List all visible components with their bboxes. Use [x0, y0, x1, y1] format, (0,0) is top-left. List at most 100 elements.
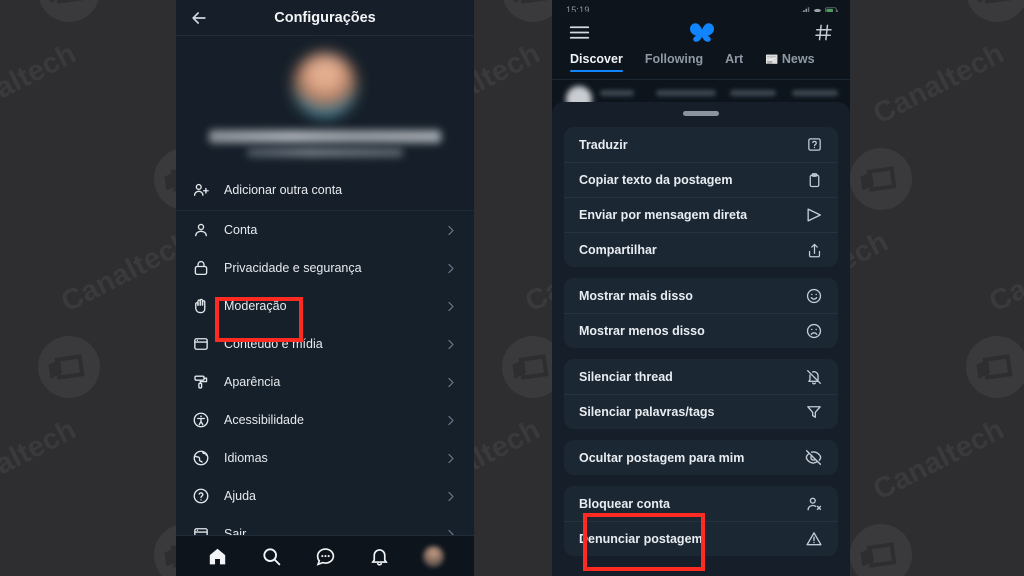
settings-row-acessibilidade[interactable]: Acessibilidade [176, 401, 474, 439]
menu-group: Ocultar postagem para mim [564, 440, 838, 475]
page-title: Configurações [274, 9, 376, 26]
bell-slash-icon [805, 368, 823, 386]
settings-row-label: Conteúdo e mídia [224, 337, 323, 351]
newspaper-emoji-icon: 📰 [765, 54, 779, 66]
menu-item-label: Bloquear conta [579, 496, 670, 511]
tab-profile[interactable] [422, 545, 444, 567]
menu-item-denunciar-postagem[interactable]: Denunciar postagem [564, 521, 838, 556]
watermark-text: Canaltech [868, 37, 1010, 131]
menu-item-traduzir[interactable]: Traduzir [564, 127, 838, 162]
menu-item-copiar-texto-da-postagem[interactable]: Copiar texto da postagem [564, 162, 838, 197]
menu-item-label: Silenciar palavras/tags [579, 405, 715, 419]
hashtag-icon[interactable] [814, 23, 833, 42]
canaltech-logo-icon [38, 336, 100, 398]
feed-tab-label: News [781, 52, 815, 66]
tab-messages[interactable] [315, 546, 336, 567]
menu-group: Silenciar thread Silenciar palavras/tags [564, 359, 838, 429]
battery-icon [825, 7, 838, 12]
post-options-bottom-sheet: Traduzir Copiar texto da postagem Enviar p… [552, 102, 850, 576]
right-phone-screen: 15:19 Discover Following Art 📰 News Trad… [552, 0, 850, 576]
settings-header: Configurações [176, 0, 474, 36]
menu-item-label: Denunciar postagem [579, 532, 703, 546]
lock-icon [192, 259, 210, 277]
chevron-right-icon [443, 261, 458, 276]
add-account-label: Adicionar outra conta [224, 182, 343, 197]
settings-row-modera-o[interactable]: Moderação [176, 287, 474, 325]
menu-group: Bloquear conta Denunciar postagem [564, 486, 838, 556]
paint-roller-icon [192, 373, 210, 391]
feed-tab-news[interactable]: 📰 News [765, 52, 814, 72]
settings-row-idiomas[interactable]: Idiomas [176, 439, 474, 477]
chevron-right-icon [443, 337, 458, 352]
feed-tab-label: Art [725, 52, 744, 66]
hand-raised-icon [192, 297, 210, 315]
eye-slash-icon [804, 448, 823, 467]
feed-tab-label: Following [644, 52, 704, 66]
status-bar: 15:19 [552, 0, 850, 12]
drag-handle[interactable] [683, 111, 719, 116]
settings-row-label: Idiomas [224, 451, 268, 465]
settings-row-label: Aparência [224, 375, 281, 389]
tab-home[interactable] [207, 546, 228, 567]
tab-notifications[interactable] [369, 546, 390, 567]
post-line-b [656, 90, 716, 96]
hamburger-menu-icon[interactable] [569, 24, 590, 41]
menu-group: Traduzir Copiar texto da postagem Enviar p… [564, 127, 838, 267]
settings-row-privacidade-e-seguran-a[interactable]: Privacidade e segurança [176, 249, 474, 287]
post-line-c [730, 90, 776, 96]
status-icons [801, 7, 838, 12]
settings-row-conta[interactable]: Conta [176, 211, 474, 249]
watermark-text: Canaltech [868, 413, 1010, 507]
screenshot-root: Canaltech Canaltech Canaltech Canaltech Cana… [0, 0, 1024, 576]
menu-groups: Traduzir Copiar texto da postagem Enviar p… [564, 127, 838, 556]
globe-icon [192, 449, 210, 467]
share-icon [806, 242, 823, 259]
menu-item-bloquear-conta[interactable]: Bloquear conta [564, 486, 838, 521]
accessibility-icon [192, 411, 210, 429]
canaltech-logo-icon [850, 148, 912, 210]
menu-item-enviar-por-mensagem-direta[interactable]: Enviar por mensagem direta [564, 197, 838, 232]
chevron-right-icon [443, 451, 458, 466]
question-circle-icon [192, 487, 210, 505]
settings-row-label: Ajuda [224, 489, 256, 503]
post-avatar-blurred [566, 86, 592, 102]
menu-item-label: Copiar texto da postagem [579, 173, 733, 187]
tab-search[interactable] [261, 546, 282, 567]
chevron-right-icon [443, 489, 458, 504]
profile-name-blurred [209, 130, 441, 143]
status-time: 15:19 [566, 5, 590, 12]
profile-section [176, 36, 474, 169]
settings-row-ajuda[interactable]: Ajuda [176, 477, 474, 515]
settings-row-apar-ncia[interactable]: Aparência [176, 363, 474, 401]
menu-item-ocultar-postagem-para-mim[interactable]: Ocultar postagem para mim [564, 440, 838, 475]
menu-item-silenciar-thread[interactable]: Silenciar thread [564, 359, 838, 394]
feed-tab-discover[interactable]: Discover [570, 52, 623, 72]
feed-tab-following[interactable]: Following [645, 52, 703, 72]
signal-icon [801, 7, 810, 12]
watermark-text: Canaltech [0, 37, 82, 131]
menu-item-label: Ocultar postagem para mim [579, 450, 745, 465]
settings-row-label: Moderação [224, 299, 287, 313]
menu-item-mostrar-menos-disso[interactable]: Mostrar menos disso [564, 313, 838, 348]
chevron-right-icon [443, 299, 458, 314]
feed-tab-art[interactable]: Art [725, 52, 743, 72]
profile-avatar-icon [422, 545, 444, 567]
person-block-icon [805, 495, 823, 513]
avatar [293, 53, 357, 117]
person-add-icon [192, 181, 210, 199]
menu-item-silenciar-palavras-tags[interactable]: Silenciar palavras/tags [564, 394, 838, 429]
feed-tabs: Discover Following Art 📰 News [552, 52, 850, 80]
bottom-tab-bar [176, 535, 474, 576]
settings-row-label: Privacidade e segurança [224, 261, 362, 275]
menu-item-compartilhar[interactable]: Compartilhar [564, 232, 838, 267]
back-arrow-icon[interactable] [188, 7, 210, 29]
feed-preview-behind-sheet [552, 80, 850, 102]
person-icon [192, 221, 210, 239]
clipboard-icon [806, 172, 823, 189]
post-line-a [600, 90, 634, 96]
menu-item-mostrar-mais-disso[interactable]: Mostrar mais disso [564, 278, 838, 313]
canaltech-logo-icon [966, 336, 1024, 398]
canaltech-logo-icon [38, 0, 100, 22]
add-account-row[interactable]: Adicionar outra conta [176, 169, 474, 211]
settings-row-conte-do-e-m-dia[interactable]: Conteúdo e mídia [176, 325, 474, 363]
